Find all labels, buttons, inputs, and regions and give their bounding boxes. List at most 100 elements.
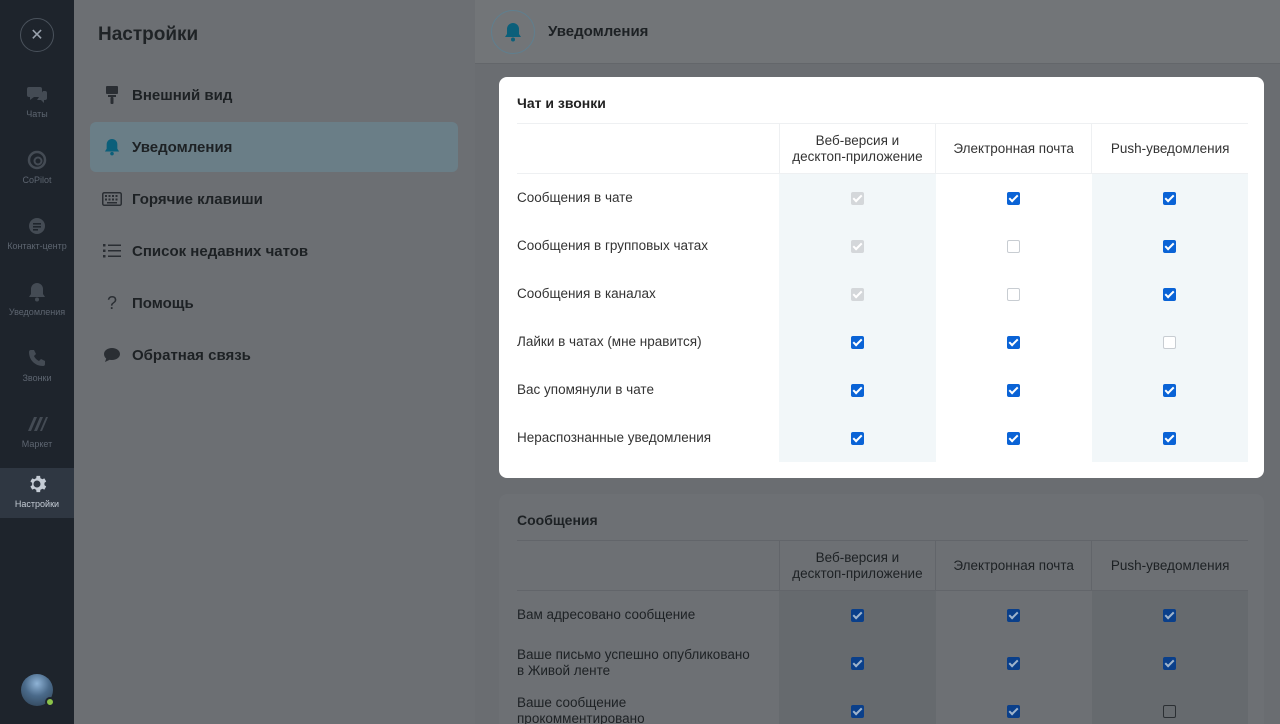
phone-icon [25, 346, 49, 370]
market-icon [25, 412, 49, 436]
cell-email [936, 270, 1092, 318]
push-checkbox[interactable] [1163, 287, 1177, 301]
online-status-dot [45, 697, 55, 707]
table-row: Сообщения в чате [517, 173, 1248, 222]
web-checkbox[interactable] [850, 335, 864, 349]
sidebar-item-label: Список недавних чатов [132, 242, 309, 260]
push-checkbox[interactable] [1163, 704, 1177, 718]
cell-web [779, 638, 936, 687]
email-checkbox[interactable] [1007, 431, 1021, 445]
cell-web [779, 365, 936, 414]
cell-email [936, 414, 1092, 462]
messages-section: Сообщения Веб-версия и десктоп-приложение… [499, 494, 1264, 724]
cell-push [1091, 413, 1248, 462]
rail-label: Чаты [26, 109, 48, 119]
rail-item-copilot[interactable]: CoPilot [0, 144, 74, 198]
push-checkbox[interactable] [1163, 192, 1177, 206]
sidebar-item-label: Обратная связь [132, 346, 251, 364]
push-checkbox[interactable] [1163, 431, 1177, 445]
main-header: Уведомления [475, 0, 1280, 64]
cell-web [779, 221, 936, 270]
table-header-empty [517, 123, 780, 174]
bell-icon [102, 137, 122, 157]
section-title: Чат и звонки [517, 95, 606, 111]
row-label: Ваше письмо успешно опубликовано в Живой … [517, 646, 750, 678]
table-row: Ваше письмо успешно опубликовано в Живой … [517, 638, 1248, 687]
email-checkbox[interactable] [1007, 335, 1021, 349]
sidebar-item-help[interactable]: ? Помощь [90, 278, 458, 328]
table-header-empty [517, 540, 780, 591]
close-icon: ✕ [30, 27, 44, 44]
web-checkbox [850, 192, 864, 206]
row-label: Ваше сообщение прокомментировано [517, 694, 645, 724]
email-checkbox[interactable] [1007, 383, 1021, 397]
rail-label: Уведомления [8, 307, 66, 317]
cell-push [1091, 686, 1248, 724]
sidebar-item-feedback[interactable]: Обратная связь [90, 330, 458, 380]
sidebar-item-appearance[interactable]: Внешний вид [90, 70, 458, 120]
cell-web [779, 686, 936, 724]
cell-email [936, 174, 1092, 222]
email-checkbox[interactable] [1007, 239, 1021, 253]
column-header-email: Электронная почта [935, 540, 1092, 591]
cell-push [1091, 317, 1248, 366]
web-checkbox[interactable] [850, 431, 864, 445]
keyboard-icon [102, 189, 122, 209]
email-checkbox[interactable] [1007, 287, 1021, 301]
push-checkbox[interactable] [1163, 383, 1177, 397]
row-label: Сообщения в групповых чатах [517, 238, 709, 253]
rail-label: Настройки [14, 499, 60, 509]
rail-item-chats[interactable]: Чаты [0, 78, 74, 132]
rail-label: Контакт-центр [7, 241, 67, 251]
push-checkbox[interactable] [1163, 609, 1177, 623]
rail-item-contact-center[interactable]: Контакт-центр [0, 210, 74, 264]
rail-item-calls[interactable]: Звонки [0, 342, 74, 396]
avatar[interactable] [21, 674, 55, 707]
brush-icon [102, 85, 122, 105]
push-checkbox[interactable] [1163, 239, 1177, 253]
contact-center-icon [25, 214, 49, 238]
web-checkbox[interactable] [850, 656, 864, 670]
sidebar-item-notifications[interactable]: Уведомления [90, 122, 458, 172]
email-checkbox[interactable] [1007, 609, 1021, 623]
column-header-push: Push-уведомления [1091, 540, 1248, 591]
web-checkbox[interactable] [850, 704, 864, 718]
close-button[interactable]: ✕ [20, 18, 54, 52]
cell-push [1091, 221, 1248, 270]
notification-table: Веб-версия и десктоп-приложение Электронн… [517, 123, 1248, 462]
web-checkbox[interactable] [850, 383, 864, 397]
copilot-icon [25, 148, 49, 172]
bell-icon [491, 10, 535, 54]
row-label: Вас упомянули в чате [517, 382, 654, 397]
bell-icon [25, 280, 49, 304]
push-checkbox[interactable] [1163, 656, 1177, 670]
web-checkbox [850, 239, 864, 253]
rail-item-market[interactable]: Маркет [0, 408, 74, 462]
email-checkbox[interactable] [1007, 704, 1021, 718]
push-checkbox[interactable] [1163, 335, 1177, 349]
sidebar-item-hotkeys[interactable]: Горячие клавиши [90, 174, 458, 224]
cell-web [779, 317, 936, 366]
rail-item-notifications[interactable]: Уведомления [0, 276, 74, 330]
rail-item-settings[interactable]: Настройки [0, 468, 74, 518]
cell-push [1091, 365, 1248, 414]
notification-table: Веб-версия и десктоп-приложение Электронн… [517, 540, 1248, 724]
web-checkbox[interactable] [850, 609, 864, 623]
column-header-push: Push-уведомления [1091, 123, 1248, 174]
cell-email [936, 318, 1092, 366]
table-row: Лайки в чатах (мне нравится) [517, 317, 1248, 366]
sidebar-item-label: Уведомления [132, 138, 233, 156]
question-icon: ? [106, 292, 117, 313]
list-icon [102, 241, 122, 261]
cell-email [936, 366, 1092, 414]
main-panel: Уведомления Чат и звонки Веб-версия и дес… [475, 0, 1280, 724]
cell-web [779, 173, 936, 222]
sidebar-item-label: Помощь [132, 294, 194, 312]
sidebar-item-recent-chats[interactable]: Список недавних чатов [90, 226, 458, 276]
email-checkbox[interactable] [1007, 192, 1021, 206]
table-row: Вам адресовано сообщение [517, 590, 1248, 639]
sidebar-title: Настройки [98, 24, 199, 45]
email-checkbox[interactable] [1007, 656, 1021, 670]
column-header-email: Электронная почта [935, 123, 1092, 174]
table-row: Сообщения в групповых чатах [517, 221, 1248, 270]
